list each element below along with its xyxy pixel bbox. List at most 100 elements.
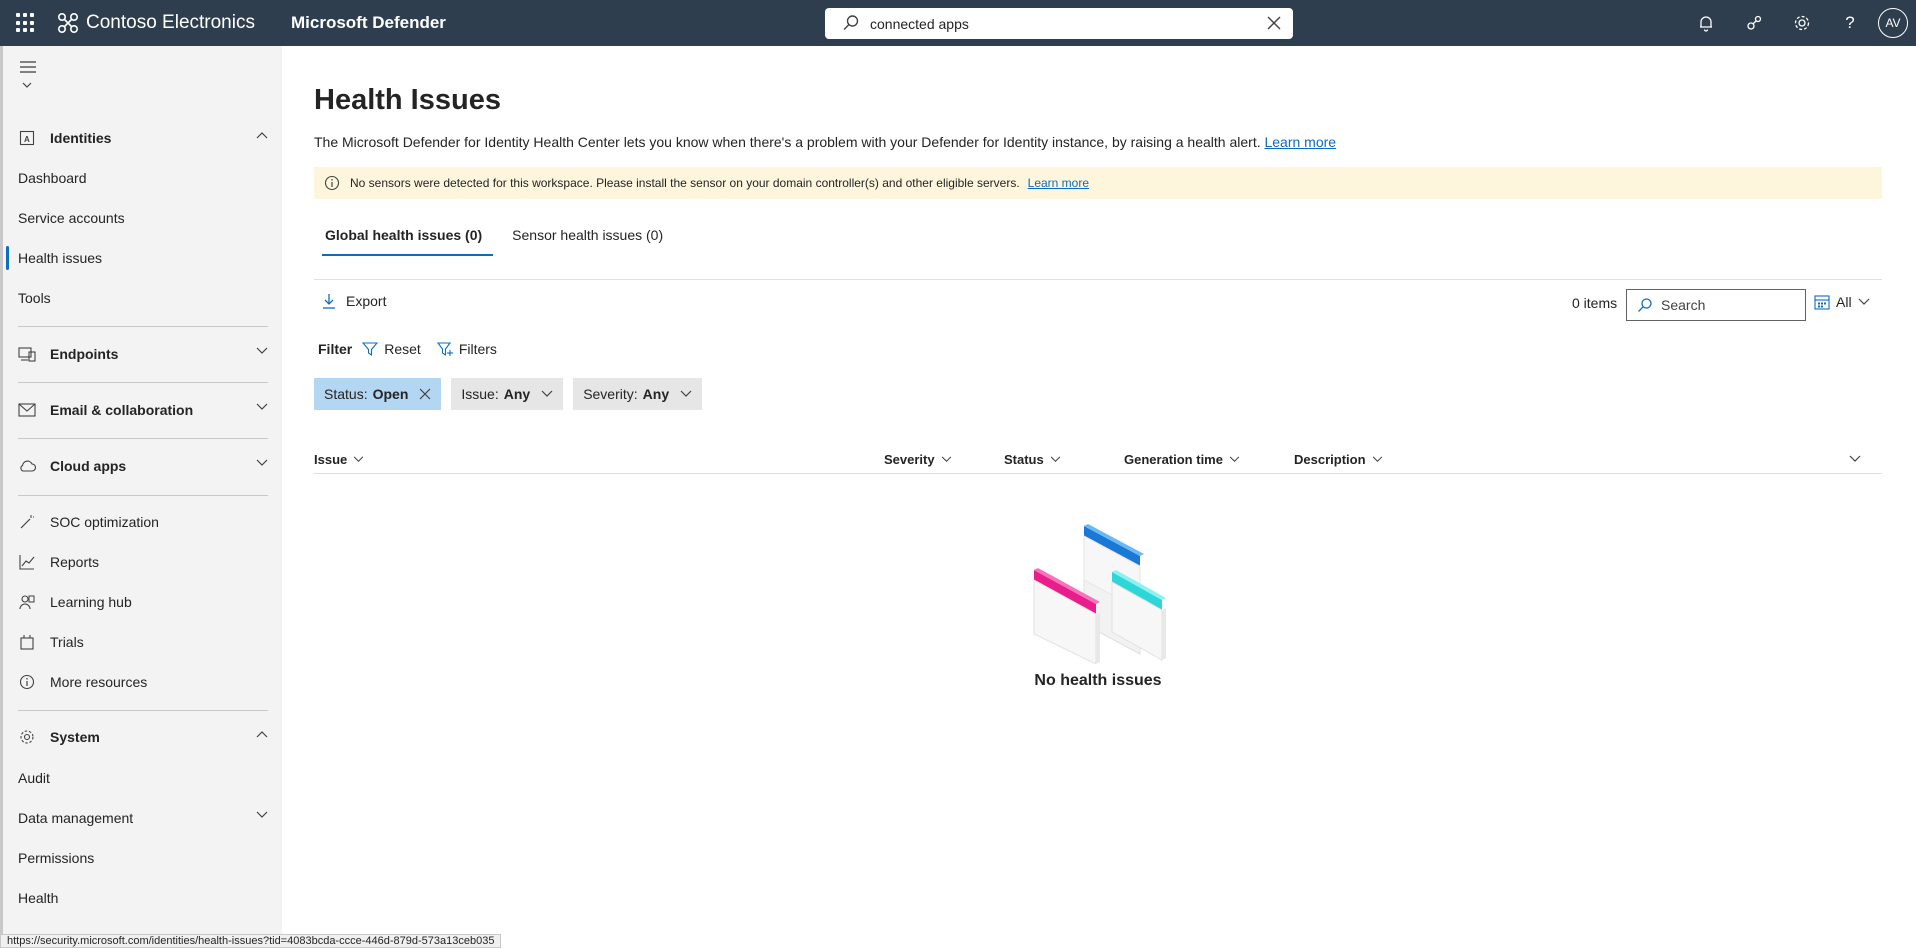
table-header-divider — [314, 473, 1882, 474]
banner-learn-more-link[interactable]: Learn more — [1028, 176, 1089, 190]
nav-divider — [18, 710, 268, 711]
notifications-icon[interactable] — [1682, 0, 1730, 46]
nav-divider — [18, 438, 268, 439]
pill-key: Severity: — [583, 386, 638, 402]
page-description: The Microsoft Defender for Identity Heal… — [314, 134, 1336, 150]
nav-section-cloud-apps[interactable]: Cloud apps — [18, 451, 268, 481]
svg-text:A: A — [24, 135, 30, 144]
nav-item-label: Tools — [18, 290, 51, 306]
learning-icon — [18, 593, 36, 611]
global-search-value[interactable]: connected apps — [870, 16, 969, 32]
left-navigation: A Identities Dashboard Service accounts … — [0, 46, 282, 948]
nav-item-soc-optimization[interactable]: SOC optimization — [18, 507, 268, 537]
nav-section-label: Endpoints — [50, 346, 119, 362]
endpoints-icon — [18, 345, 36, 363]
nav-item-label: More resources — [50, 674, 148, 690]
chart-line-icon — [18, 553, 36, 571]
pill-value: Open — [372, 386, 409, 402]
nav-section-identities[interactable]: A Identities — [18, 123, 268, 153]
nav-section-system[interactable]: System — [18, 722, 268, 752]
column-label: Description — [1294, 451, 1366, 467]
user-avatar[interactable]: AV — [1878, 8, 1908, 38]
column-header-issue[interactable]: Issue — [314, 443, 364, 475]
export-button[interactable]: Export — [322, 293, 386, 309]
search-placeholder: Search — [1661, 297, 1706, 313]
nav-item-label: Audit — [18, 770, 50, 786]
page-title: Health Issues — [314, 84, 501, 116]
chevron-down-icon — [256, 347, 268, 354]
active-indicator — [6, 246, 9, 270]
search-icon — [1638, 298, 1652, 312]
chevron-down-icon — [256, 811, 268, 818]
product-name[interactable]: Microsoft Defender — [291, 13, 446, 33]
nav-item-label: Permissions — [18, 850, 95, 866]
items-count: 0 items — [1572, 295, 1618, 311]
nav-section-email-collaboration[interactable]: Email & collaboration — [18, 395, 268, 425]
chevron-down-icon — [22, 82, 32, 88]
top-bar: Contoso Electronics Microsoft Defender c… — [0, 0, 1916, 46]
global-search-input[interactable]: connected apps — [825, 8, 1293, 39]
nav-item-permissions[interactable]: Permissions — [18, 843, 268, 873]
identity-card-icon: A — [18, 129, 36, 147]
nav-item-health[interactable]: Health — [18, 883, 268, 913]
gear-icon — [18, 728, 36, 746]
org-name: Contoso Electronics — [86, 12, 255, 33]
nav-item-tools[interactable]: Tools — [18, 283, 268, 313]
status-filter-pill[interactable]: Status: Open — [314, 378, 442, 410]
nav-item-label: Data management — [18, 810, 134, 826]
chevron-down-icon — [1372, 456, 1382, 462]
nav-item-data-management[interactable]: Data management — [18, 803, 268, 833]
magic-wand-icon — [18, 513, 36, 531]
nav-section-label: Email & collaboration — [50, 402, 194, 418]
clear-search-icon[interactable] — [1265, 14, 1283, 32]
nav-item-dashboard[interactable]: Dashboard — [18, 163, 268, 193]
column-header-severity[interactable]: Severity — [884, 443, 952, 475]
nav-item-label: Trials — [50, 634, 84, 650]
nav-item-health-issues[interactable]: Health issues — [18, 243, 268, 273]
nav-item-audit[interactable]: Audit — [18, 763, 268, 793]
nav-item-learning-hub[interactable]: Learning hub — [18, 587, 268, 617]
column-header-generation-time[interactable]: Generation time — [1124, 443, 1240, 475]
community-icon[interactable] — [1730, 0, 1778, 46]
tab-global-health-issues[interactable]: Global health issues (0) — [314, 220, 494, 262]
tab-sensor-health-issues[interactable]: Sensor health issues (0) — [501, 220, 674, 262]
nav-item-more-resources[interactable]: More resources — [18, 667, 268, 697]
nav-item-trials[interactable]: Trials — [18, 627, 268, 657]
settings-gear-icon[interactable] — [1778, 0, 1826, 46]
severity-filter-pill[interactable]: Severity: Any — [573, 378, 703, 410]
column-header-status[interactable]: Status — [1004, 443, 1061, 475]
chevron-down-icon — [1229, 456, 1240, 462]
remove-filter-icon[interactable] — [419, 388, 431, 400]
collapse-nav-icon[interactable] — [19, 60, 37, 74]
nav-item-service-accounts[interactable]: Service accounts — [18, 203, 268, 233]
pill-key: Status: — [324, 386, 368, 402]
table-search-input[interactable]: Search — [1626, 289, 1806, 321]
status-bar-url: https://security.microsoft.com/identitie… — [0, 934, 502, 948]
nav-section-endpoints[interactable]: Endpoints — [18, 339, 268, 369]
app-launcher-icon[interactable] — [16, 13, 36, 33]
warning-banner: No sensors were detected for this worksp… — [314, 167, 1882, 199]
nav-item-label: SOC optimization — [50, 514, 159, 530]
column-chooser-button[interactable] — [1849, 443, 1861, 475]
empty-state-illustration — [1033, 524, 1166, 664]
help-icon[interactable]: ? — [1826, 0, 1874, 46]
chevron-up-icon — [256, 731, 268, 738]
date-range-dropdown[interactable]: All — [1814, 294, 1870, 310]
filters-button[interactable]: Filters — [436, 341, 497, 357]
calendar-icon — [1814, 295, 1830, 310]
export-label: Export — [346, 293, 387, 309]
nav-divider — [18, 382, 268, 383]
download-icon — [323, 294, 335, 309]
learn-more-link[interactable]: Learn more — [1264, 134, 1336, 150]
issue-filter-pill[interactable]: Issue: Any — [451, 378, 564, 410]
org-brand[interactable]: Contoso Electronics — [56, 11, 255, 35]
reset-filters-button[interactable]: Reset — [362, 341, 421, 357]
chevron-down-icon — [541, 390, 553, 397]
chevron-down-icon — [941, 456, 951, 462]
contoso-logo-icon — [57, 12, 79, 34]
reset-label: Reset — [384, 341, 421, 357]
nav-item-reports[interactable]: Reports — [18, 547, 268, 577]
active-filters: Status: Open Issue: Any Severity: Any — [314, 378, 703, 410]
column-header-description[interactable]: Description — [1294, 443, 1383, 475]
nav-divider — [18, 326, 268, 327]
